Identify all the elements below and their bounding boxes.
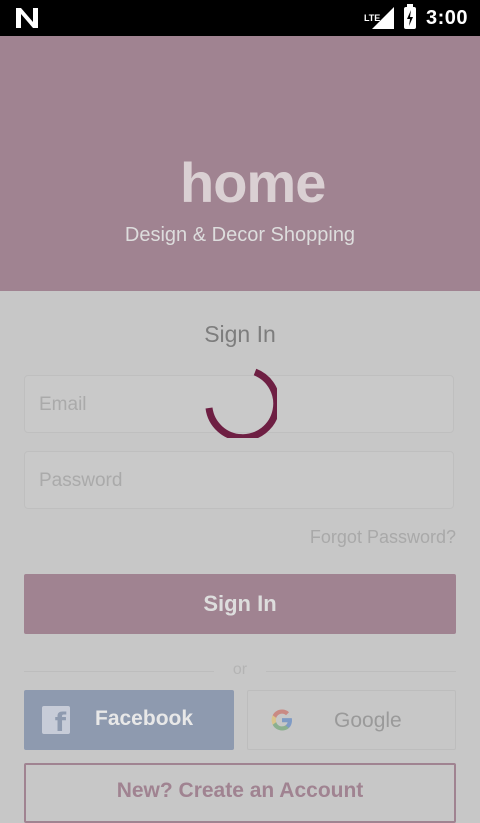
page-title: Sign In bbox=[204, 321, 276, 347]
sign-in-button[interactable]: Sign In bbox=[24, 574, 456, 634]
sign-in-button-label: Sign In bbox=[203, 591, 277, 616]
google-icon bbox=[271, 709, 292, 731]
create-account-label: New? Create an Account bbox=[116, 779, 364, 802]
email-placeholder: Email bbox=[39, 394, 87, 415]
or-divider: or bbox=[24, 661, 456, 681]
password-field[interactable]: Password bbox=[24, 451, 454, 509]
brand-header: home Design & Decor Shopping bbox=[0, 36, 480, 291]
battery-icon bbox=[403, 4, 416, 29]
status-bar: LTE 3:00 bbox=[0, 0, 480, 36]
clock: 3:00 bbox=[425, 6, 468, 29]
password-placeholder: Password bbox=[39, 470, 123, 491]
loading-spinner-icon bbox=[205, 368, 277, 438]
forgot-password-link[interactable]: Forgot Password? bbox=[310, 527, 456, 548]
facebook-icon: f bbox=[42, 706, 70, 738]
create-account-button[interactable]: New? Create an Account bbox=[24, 763, 456, 823]
logo: home bbox=[180, 151, 326, 214]
divider-text: or bbox=[232, 661, 248, 678]
tagline: Design & Decor Shopping bbox=[124, 224, 356, 246]
divider-line-right bbox=[266, 671, 456, 672]
sign-in-panel: Sign In Email Password Forgot Password? … bbox=[0, 291, 480, 823]
notification-n-icon bbox=[16, 8, 38, 28]
signal-icon: LTE bbox=[364, 7, 394, 29]
facebook-button[interactable]: f Facebook bbox=[24, 690, 234, 750]
facebook-label: Facebook bbox=[95, 707, 194, 730]
google-label: Google bbox=[334, 709, 402, 732]
google-button[interactable]: Google bbox=[247, 690, 456, 750]
